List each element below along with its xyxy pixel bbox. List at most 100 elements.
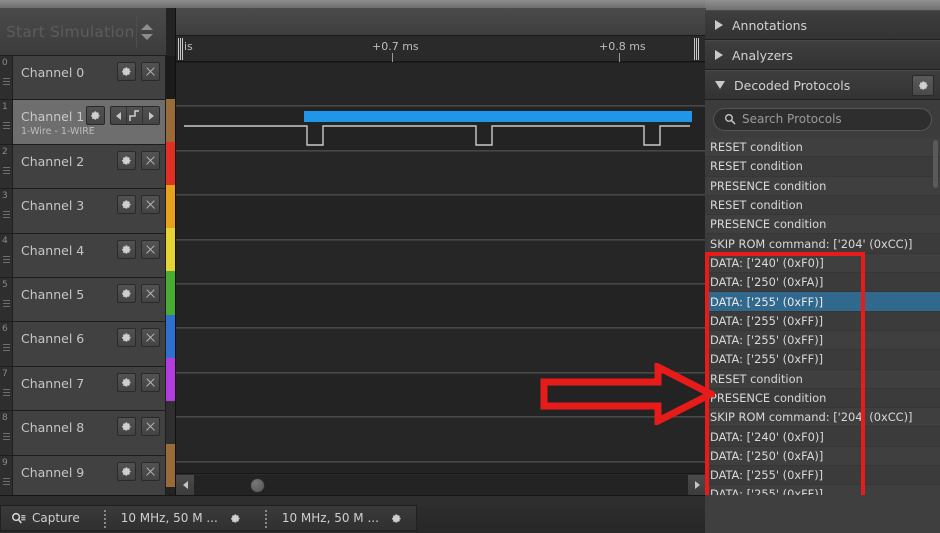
waveform-lane[interactable] [176, 329, 706, 374]
section-decoded-protocols[interactable]: Decoded Protocols [705, 70, 940, 100]
waveform-lane[interactable] [176, 373, 706, 419]
channel-row[interactable]: Channel 1 1-Wire - 1-WIRE [13, 100, 165, 145]
drag-handle-icon[interactable] [3, 433, 10, 442]
channel-index-cell[interactable]: 0 [0, 56, 12, 101]
stepper-down-icon[interactable] [140, 34, 153, 40]
protocol-list-item[interactable]: DATA: ['240' (0xF0)] [705, 254, 940, 274]
tab-settings-button[interactable] [391, 513, 402, 524]
protocol-list-item[interactable]: DATA: ['255' (0xFF)] [705, 350, 940, 370]
channel-close-button[interactable] [141, 239, 160, 259]
channel-row[interactable]: Channel 9 [13, 455, 165, 500]
bottom-tab[interactable]: 10 MHz, 50 M ... [93, 505, 256, 531]
channel-row[interactable]: Channel 5 [13, 277, 165, 323]
waveform-lane[interactable] [176, 418, 706, 463]
channel-settings-button[interactable] [117, 328, 136, 348]
drag-handle-icon[interactable] [3, 299, 10, 309]
waveform-lane[interactable] [176, 151, 706, 197]
channel-settings-button[interactable] [117, 239, 136, 259]
channel-settings-button[interactable] [117, 461, 136, 481]
channel-settings-button[interactable] [117, 150, 136, 170]
channel-settings-button[interactable] [117, 417, 136, 437]
protocol-list-item[interactable]: RESET condition [705, 138, 940, 158]
scroll-track[interactable] [194, 474, 688, 495]
channel-index-cell[interactable]: 8 [0, 411, 12, 456]
protocol-list-item[interactable]: DATA: ['250' (0xFA)] [705, 447, 940, 467]
channel-index-cell[interactable]: 6 [0, 322, 12, 367]
channel-row[interactable]: Channel 3 [13, 189, 165, 234]
protocol-list-item[interactable]: DATA: ['255' (0xFF)] [705, 311, 940, 331]
search-input[interactable]: Search Protocols [713, 107, 932, 131]
analyzer-nav-group[interactable] [110, 106, 160, 126]
channel-settings-button[interactable] [86, 106, 105, 126]
protocol-list-item[interactable]: DATA: ['240' (0xF0)] [705, 427, 940, 447]
channel-index-cell[interactable]: 7 [0, 367, 12, 412]
protocol-list-item[interactable]: RESET condition [705, 195, 940, 216]
drag-handle-icon[interactable] [3, 344, 10, 353]
drag-handle-icon[interactable] [3, 255, 10, 265]
channel-index-cell[interactable]: 3 [0, 189, 12, 234]
protocol-list-item[interactable]: SKIP ROM command: ['204' (0xCC)] [705, 234, 940, 254]
waveform-lane[interactable] [176, 284, 706, 330]
scroll-left-arrow[interactable] [176, 474, 194, 495]
channel-index-cell[interactable]: 2 [0, 145, 12, 190]
channel-index-cell[interactable]: 5 [0, 278, 12, 323]
drag-handle-icon[interactable] [3, 122, 10, 131]
channel-close-button[interactable] [141, 372, 160, 392]
channel-settings-button[interactable] [117, 372, 136, 392]
ruler-right-grip[interactable] [694, 38, 700, 60]
channel-close-button[interactable] [141, 62, 160, 81]
bottom-tab[interactable]: Capture [0, 505, 95, 531]
waveform-lane[interactable] [176, 196, 706, 241]
channel-close-button[interactable] [141, 417, 160, 437]
analyzer-prev-button[interactable] [111, 107, 127, 125]
protocol-list-item[interactable]: DATA: ['255' (0xFF)] [705, 466, 940, 486]
protocol-list-item[interactable]: SKIP ROM command: ['204' (0xCC)] [705, 408, 940, 428]
protocol-list-item[interactable]: DATA: ['255' (0xFF)] [705, 331, 940, 351]
decoded-protocols-list[interactable]: RESET condition RESET condition PRESENCE c… [705, 138, 940, 533]
drag-handle-icon[interactable] [3, 166, 10, 176]
channel-index-cell[interactable]: 9 [0, 456, 12, 500]
channel-close-button[interactable] [141, 150, 160, 170]
analyzer-trigger-button[interactable] [127, 107, 143, 125]
protocol-list-item[interactable]: RESET condition [705, 370, 940, 389]
drag-handle-icon[interactable] [3, 211, 10, 220]
channel-index-cell[interactable]: 1 [0, 100, 12, 145]
channel-close-button[interactable] [141, 328, 160, 348]
tab-settings-button[interactable] [230, 513, 241, 524]
scroll-thumb[interactable] [250, 477, 265, 493]
channel-close-button[interactable] [141, 283, 160, 303]
channel-settings-button[interactable] [117, 283, 136, 303]
channel-settings-button[interactable] [117, 62, 136, 81]
channel-row[interactable]: Channel 6 [13, 322, 165, 367]
time-ruler[interactable]: is +0.7 ms +0.8 ms [176, 36, 706, 62]
stepper-up-icon[interactable] [140, 24, 153, 30]
waveform-lane[interactable] [176, 107, 706, 152]
channel-close-button[interactable] [141, 195, 160, 215]
protocol-list-item[interactable]: PRESENCE condition [705, 215, 940, 235]
horizontal-scrollbar[interactable] [176, 473, 706, 495]
section-analyzers[interactable]: Analyzers [705, 40, 940, 70]
start-simulation-button[interactable]: Start Simulation [0, 23, 135, 41]
analyzer-next-button[interactable] [143, 107, 159, 124]
channel-row[interactable]: Channel 7 [13, 366, 165, 412]
section-annotations[interactable]: Annotations [705, 10, 940, 40]
waveform-lane[interactable] [176, 240, 706, 285]
scroll-right-arrow[interactable] [688, 474, 706, 495]
channel-settings-button[interactable] [117, 195, 136, 215]
simulation-stepper[interactable] [136, 16, 156, 48]
channel-index-cell[interactable]: 4 [0, 234, 12, 278]
protocol-list-item[interactable]: DATA: ['250' (0xFA)] [705, 273, 940, 293]
decoded-protocols-settings-button[interactable] [912, 75, 934, 96]
drag-handle-icon[interactable] [3, 477, 10, 487]
channel-close-button[interactable] [141, 461, 160, 481]
channel-row[interactable]: Channel 0 [13, 56, 165, 101]
channel-row[interactable]: Channel 4 [13, 233, 165, 278]
protocol-list-item[interactable]: PRESENCE condition [705, 388, 940, 409]
drag-handle-icon[interactable] [3, 78, 10, 87]
protocol-list-item[interactable]: PRESENCE condition [705, 177, 940, 196]
protocol-list-item[interactable]: RESET condition [705, 157, 940, 177]
protocol-list-item[interactable]: DATA: ['255' (0xFF)] [705, 292, 940, 312]
drag-handle-icon[interactable] [3, 388, 10, 398]
channel-row[interactable]: Channel 2 [13, 144, 165, 190]
waveform-lane[interactable] [176, 63, 706, 108]
